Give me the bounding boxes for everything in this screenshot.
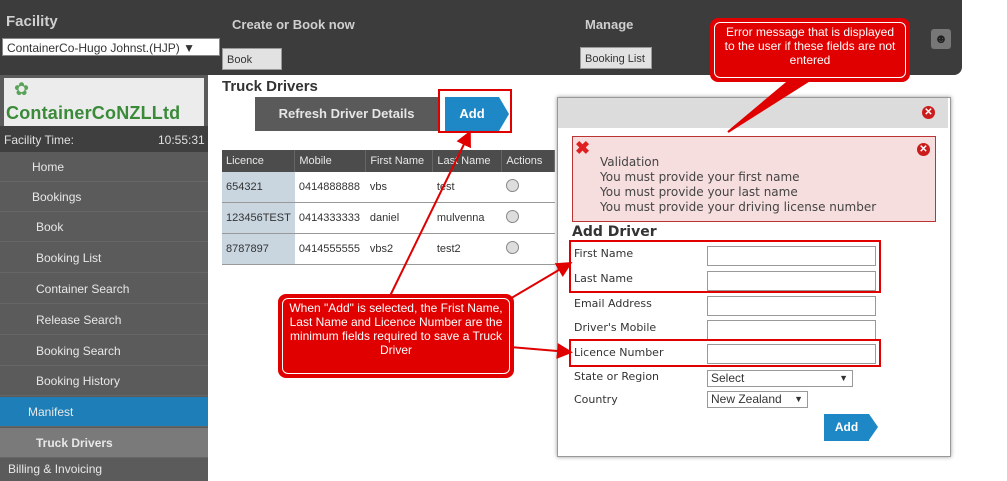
- error-callout-pointer: [727, 79, 811, 133]
- arrow-to-name-fields: [507, 261, 573, 301]
- add-instructions-callout: When "Add" is selected, the Frist Name, …: [278, 294, 514, 378]
- arrow-to-add-button: [389, 130, 471, 297]
- error-message-callout: Error message that is displayed to the u…: [710, 18, 910, 82]
- arrow-to-licence-field: [509, 343, 573, 359]
